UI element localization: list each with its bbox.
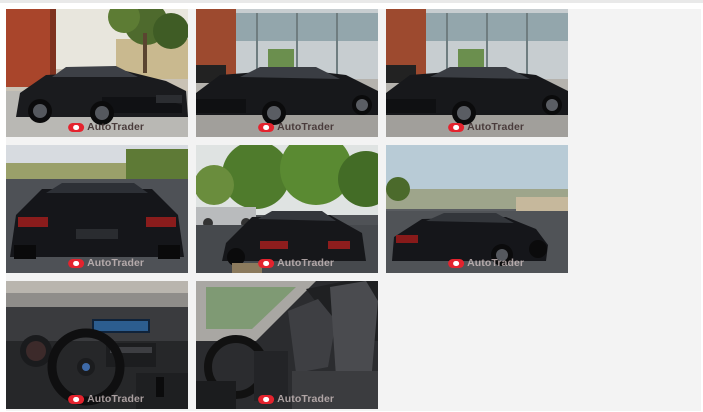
autotrader-logo-icon <box>448 122 465 132</box>
autotrader-watermark: AutoTrader <box>448 121 524 133</box>
photo-front-seats[interactable]: AutoTrader <box>196 281 378 409</box>
autotrader-logo-icon <box>258 122 275 132</box>
car-photo-image <box>6 9 188 137</box>
photo-front-building-2[interactable]: AutoTrader <box>386 9 568 137</box>
car-photo-image <box>196 9 378 137</box>
watermark-text: AutoTrader <box>87 257 145 269</box>
photo-rear-three-quarter[interactable]: AutoTrader <box>196 145 378 273</box>
autotrader-logo-icon <box>448 258 465 268</box>
autotrader-logo-icon <box>68 122 85 132</box>
autotrader-logo-icon <box>258 394 275 404</box>
autotrader-logo-icon <box>68 394 85 404</box>
photo-front-building[interactable]: AutoTrader <box>196 9 378 137</box>
photo-front-driveway[interactable]: AutoTrader <box>6 9 188 137</box>
car-photo-image <box>386 9 568 137</box>
autotrader-watermark: AutoTrader <box>258 257 334 269</box>
autotrader-watermark: AutoTrader <box>68 393 144 405</box>
watermark-text: AutoTrader <box>277 393 335 405</box>
autotrader-watermark: AutoTrader <box>258 121 334 133</box>
autotrader-logo-icon <box>68 258 85 268</box>
photo-rear-view[interactable]: AutoTrader <box>6 145 188 273</box>
car-photo-image <box>6 281 188 409</box>
car-photo-image <box>196 281 378 409</box>
top-divider <box>0 0 703 3</box>
watermark-text: AutoTrader <box>467 257 525 269</box>
autotrader-watermark: AutoTrader <box>68 257 144 269</box>
autotrader-watermark: AutoTrader <box>448 257 524 269</box>
watermark-text: AutoTrader <box>277 121 335 133</box>
car-photo-image <box>6 145 188 273</box>
photo-rear-hillside[interactable]: AutoTrader <box>386 145 568 273</box>
car-photo-image <box>386 145 568 273</box>
autotrader-watermark: AutoTrader <box>68 121 144 133</box>
autotrader-watermark: AutoTrader <box>258 393 334 405</box>
watermark-text: AutoTrader <box>467 121 525 133</box>
watermark-text: AutoTrader <box>277 257 335 269</box>
watermark-text: AutoTrader <box>87 121 145 133</box>
photo-dashboard[interactable]: AutoTrader <box>6 281 188 409</box>
autotrader-logo-icon <box>258 258 275 268</box>
photo-gallery: AutoTrader AutoTrader AutoTrader AutoTra… <box>6 9 568 409</box>
watermark-text: AutoTrader <box>87 393 145 405</box>
car-photo-image <box>196 145 378 273</box>
